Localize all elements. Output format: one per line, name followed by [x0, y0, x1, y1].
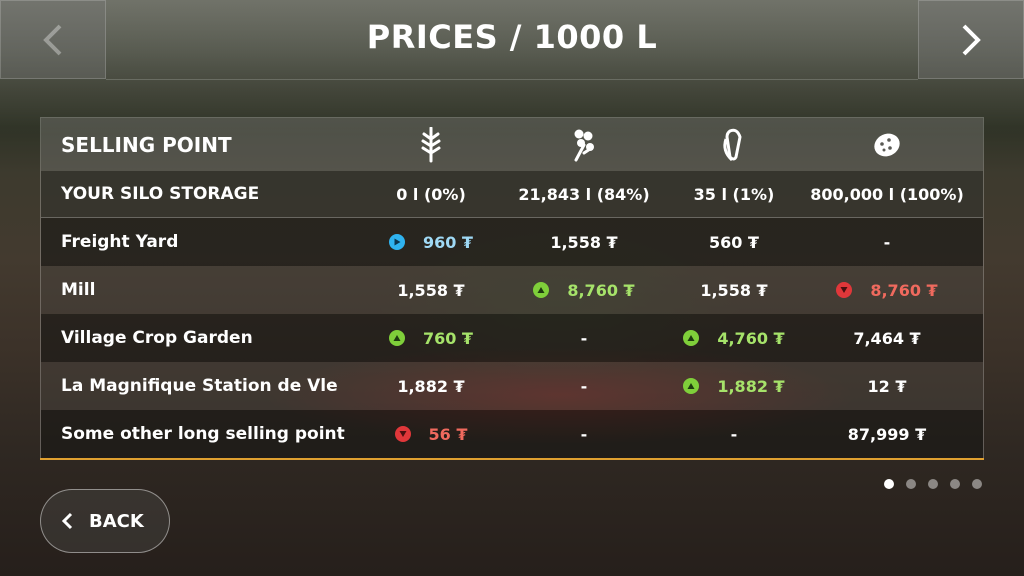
table-row: Mill 1,558 ₮ 8,760 ₮ 1,558 ₮ 8,760 ₮ — [41, 266, 983, 314]
trend-stable-icon — [388, 234, 405, 250]
corn-icon — [654, 118, 814, 171]
wheat-icon — [351, 118, 511, 171]
silo-value: 21,843 l (84%) — [518, 184, 650, 204]
price-cell: 1,558 ₮ — [654, 266, 814, 314]
price-value: - — [883, 232, 891, 252]
table-row: Freight Yard 960 ₮ 1,558 ₮ 560 ₮ - — [41, 218, 983, 266]
price-value: - — [730, 424, 738, 444]
price-cell: 8,760 ₮ — [807, 266, 967, 314]
selling-point-name: La Magnifique Station de Vle — [61, 376, 338, 396]
price-cell: 1,558 ₮ — [504, 218, 664, 266]
price-cell: 56 ₮ — [351, 410, 511, 458]
header-divider — [106, 79, 918, 80]
price-value: 1,558 ₮ — [550, 232, 618, 252]
price-cell: 4,760 ₮ — [654, 314, 814, 362]
chevron-right-icon — [962, 24, 981, 55]
price-value: 8,760 ₮ — [870, 280, 938, 300]
price-value: 8,760 ₮ — [567, 280, 635, 300]
price-cell: - — [504, 410, 664, 458]
page-dot[interactable] — [906, 479, 916, 489]
price-cell: 1,558 ₮ — [351, 266, 511, 314]
price-value: 4,760 ₮ — [717, 328, 785, 348]
price-value: 1,558 ₮ — [397, 280, 465, 300]
page-dot[interactable] — [950, 479, 960, 489]
silo-value: 800,000 l (100%) — [810, 184, 964, 204]
price-value: 7,464 ₮ — [853, 328, 921, 348]
price-cell: - — [807, 218, 967, 266]
price-value: 87,999 ₮ — [847, 424, 927, 444]
price-value: - — [580, 328, 588, 348]
selling-point-name: Some other long selling point — [61, 424, 345, 444]
next-page-button[interactable] — [918, 0, 1024, 79]
price-value: 1,882 ₮ — [717, 376, 785, 396]
trend-down-icon — [394, 426, 411, 442]
trend-up-icon — [533, 282, 550, 298]
price-cell: - — [504, 362, 664, 410]
table-row: Some other long selling point 56 ₮ - - 87,99… — [41, 410, 983, 458]
page-dot[interactable] — [928, 479, 938, 489]
page-title: PRICES / 1000 L — [366, 18, 658, 56]
price-cell: 1,882 ₮ — [654, 362, 814, 410]
price-cell: 560 ₮ — [654, 218, 814, 266]
silo-value: 35 l (1%) — [693, 184, 775, 204]
trend-up-icon — [388, 330, 405, 346]
price-cell: - — [504, 314, 664, 362]
selling-point-name: Freight Yard — [61, 232, 179, 252]
price-cell: 8,760 ₮ — [504, 266, 664, 314]
price-cell: 1,882 ₮ — [351, 362, 511, 410]
page-dot-active[interactable] — [884, 479, 894, 489]
price-cell: 7,464 ₮ — [807, 314, 967, 362]
price-value: 960 ₮ — [422, 232, 474, 252]
price-value: 560 ₮ — [708, 232, 760, 252]
table-header-row: SELLING POINT — [41, 118, 983, 171]
back-button-label: BACK — [89, 510, 144, 532]
back-button[interactable]: BACK — [40, 489, 170, 553]
price-value: 12 ₮ — [867, 376, 907, 396]
page-indicator — [884, 479, 994, 489]
price-cell: - — [654, 410, 814, 458]
silo-storage-row: YOUR SILO STORAGE 0 l (0%) 21,843 l (84%… — [41, 171, 983, 218]
potato-icon — [807, 118, 967, 171]
price-cell: 960 ₮ — [351, 218, 511, 266]
silo-storage-label: YOUR SILO STORAGE — [61, 184, 260, 204]
price-value: 1,558 ₮ — [700, 280, 768, 300]
price-value: - — [580, 424, 588, 444]
price-cell: 12 ₮ — [807, 362, 967, 410]
price-value: 760 ₮ — [422, 328, 474, 348]
table-row: Village Crop Garden 760 ₮ - 4,760 ₮ 7,464 ₮ — [41, 314, 983, 362]
chevron-left-icon — [61, 512, 73, 530]
selling-point-header: SELLING POINT — [61, 132, 232, 157]
price-value: 56 ₮ — [428, 424, 468, 444]
silo-value: 0 l (0%) — [396, 184, 466, 204]
trend-up-icon — [683, 330, 700, 346]
price-value: 1,882 ₮ — [397, 376, 465, 396]
table-bottom-accent-line — [40, 458, 984, 460]
table-row: La Magnifique Station de Vle 1,882 ₮ - 1,88… — [41, 362, 983, 410]
trend-down-icon — [836, 282, 853, 298]
selling-point-name: Village Crop Garden — [61, 328, 253, 348]
price-cell: 87,999 ₮ — [807, 410, 967, 458]
canola-icon — [504, 118, 664, 171]
trend-up-icon — [683, 378, 700, 394]
price-cell: 760 ₮ — [351, 314, 511, 362]
prices-table: SELLING POINT YOUR SILO STORAGE 0 l (0%)… — [40, 117, 984, 460]
page-dot[interactable] — [972, 479, 982, 489]
price-value: - — [580, 376, 588, 396]
selling-point-name: Mill — [61, 280, 96, 300]
